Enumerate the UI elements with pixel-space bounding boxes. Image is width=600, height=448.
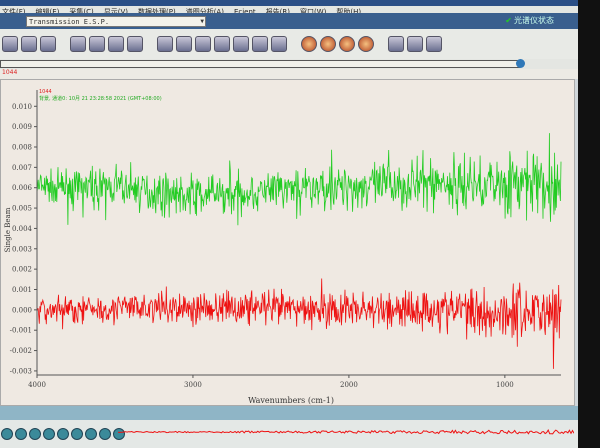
x-tick-label: 2000 (340, 381, 358, 389)
spectrometer-status[interactable]: ✔ 光谱仪状态 (505, 15, 554, 26)
spectrum-overview[interactable] (118, 426, 574, 438)
spectrum-chart[interactable]: 0.010 0.009 0.008 0.007 0.006 0.005 0.004 0.003… (1, 80, 576, 407)
x-axis-label: Wavenumbers (cm-1) (248, 396, 334, 405)
screen-bezel (578, 0, 600, 448)
y-tick-label: 0.006 (12, 184, 33, 192)
paste-icon[interactable] (426, 36, 442, 52)
baseline-icon[interactable] (214, 36, 230, 52)
transmittance-icon[interactable] (252, 36, 268, 52)
toolbar (0, 29, 600, 59)
display-setup-icon[interactable] (157, 36, 173, 52)
overlay-icon[interactable] (195, 36, 211, 52)
separator (377, 36, 385, 52)
spectrum-name: 1044 (0, 69, 600, 79)
y-tick-label: 0.008 (12, 144, 32, 152)
overview-line (118, 429, 574, 435)
x-tick-label: 4000 (28, 381, 46, 389)
legend-text: 背景, 通道0: 10月 21 23:28:58 2021 (GMT+08:00… (39, 95, 162, 102)
legend-header: 1044 (39, 89, 52, 95)
window-icon[interactable] (388, 36, 404, 52)
copy-icon[interactable] (407, 36, 423, 52)
y-tick-label: -0.001 (10, 327, 32, 335)
check-icon: ✔ (505, 16, 512, 25)
save-icon[interactable] (89, 36, 105, 52)
title-field-row (0, 59, 600, 69)
y-tick-label: 0.001 (12, 286, 32, 294)
spectral-window[interactable]: 0.010 0.009 0.008 0.007 0.006 0.005 0.004 0.003… (0, 79, 575, 406)
experiment-setup-icon[interactable] (2, 36, 18, 52)
series-line-1 (36, 278, 562, 369)
separator (146, 36, 154, 52)
experiment-bar: Transmission E.S.P. ▼ ✔ 光谱仪状态 (0, 13, 600, 29)
absorbance-icon[interactable] (233, 36, 249, 52)
experiment-select-value: Transmission E.S.P. (29, 18, 110, 26)
dropdown-button[interactable] (516, 59, 525, 68)
separator (290, 36, 298, 52)
select-tool-icon[interactable] (1, 428, 13, 440)
label-peak-icon[interactable] (57, 428, 69, 440)
print-icon[interactable] (108, 36, 124, 52)
spectrum-title-field[interactable] (0, 60, 520, 68)
series-line-0 (36, 133, 562, 226)
stop-icon[interactable] (358, 36, 374, 52)
full-scale-icon[interactable] (99, 428, 111, 440)
mail-icon[interactable] (127, 36, 143, 52)
text-icon[interactable] (85, 428, 97, 440)
y-tick-label: 0.000 (12, 306, 32, 314)
y-axis-label: Single Beam (4, 207, 12, 252)
experiment-select[interactable]: Transmission E.S.P. ▼ (26, 16, 206, 27)
search-library-icon[interactable] (320, 36, 336, 52)
status-label: 光谱仪状态 (514, 16, 554, 25)
chevron-down-icon[interactable]: ▼ (200, 17, 204, 27)
region-tool-icon[interactable] (15, 428, 27, 440)
peaks-icon[interactable] (271, 36, 287, 52)
stack-spectra-icon[interactable] (176, 36, 192, 52)
zoom-out-icon[interactable] (339, 36, 355, 52)
x-tick-label: 1000 (496, 381, 514, 389)
y-tick-label: 0.002 (12, 266, 32, 274)
y-tick-label: -0.003 (10, 367, 32, 375)
y-tick-label: 0.004 (12, 225, 33, 233)
y-tick-label: 0.010 (12, 103, 32, 111)
y-tick-label: 0.005 (12, 205, 32, 213)
peak-height-icon[interactable] (29, 428, 41, 440)
y-tick-label: -0.002 (10, 347, 32, 355)
annotation-icon[interactable] (71, 428, 83, 440)
y-tick-label: 0.009 (12, 123, 32, 131)
collect-sample-icon[interactable] (21, 36, 37, 52)
zoom-in-icon[interactable] (301, 36, 317, 52)
collect-background-icon[interactable] (40, 36, 56, 52)
x-tick-label: 3000 (184, 381, 202, 389)
status-bar (0, 406, 600, 420)
y-tick-label: 0.007 (12, 164, 32, 172)
peak-area-icon[interactable] (43, 428, 55, 440)
y-tick-label: 0.003 (12, 245, 32, 253)
open-icon[interactable] (70, 36, 86, 52)
separator (59, 36, 67, 52)
